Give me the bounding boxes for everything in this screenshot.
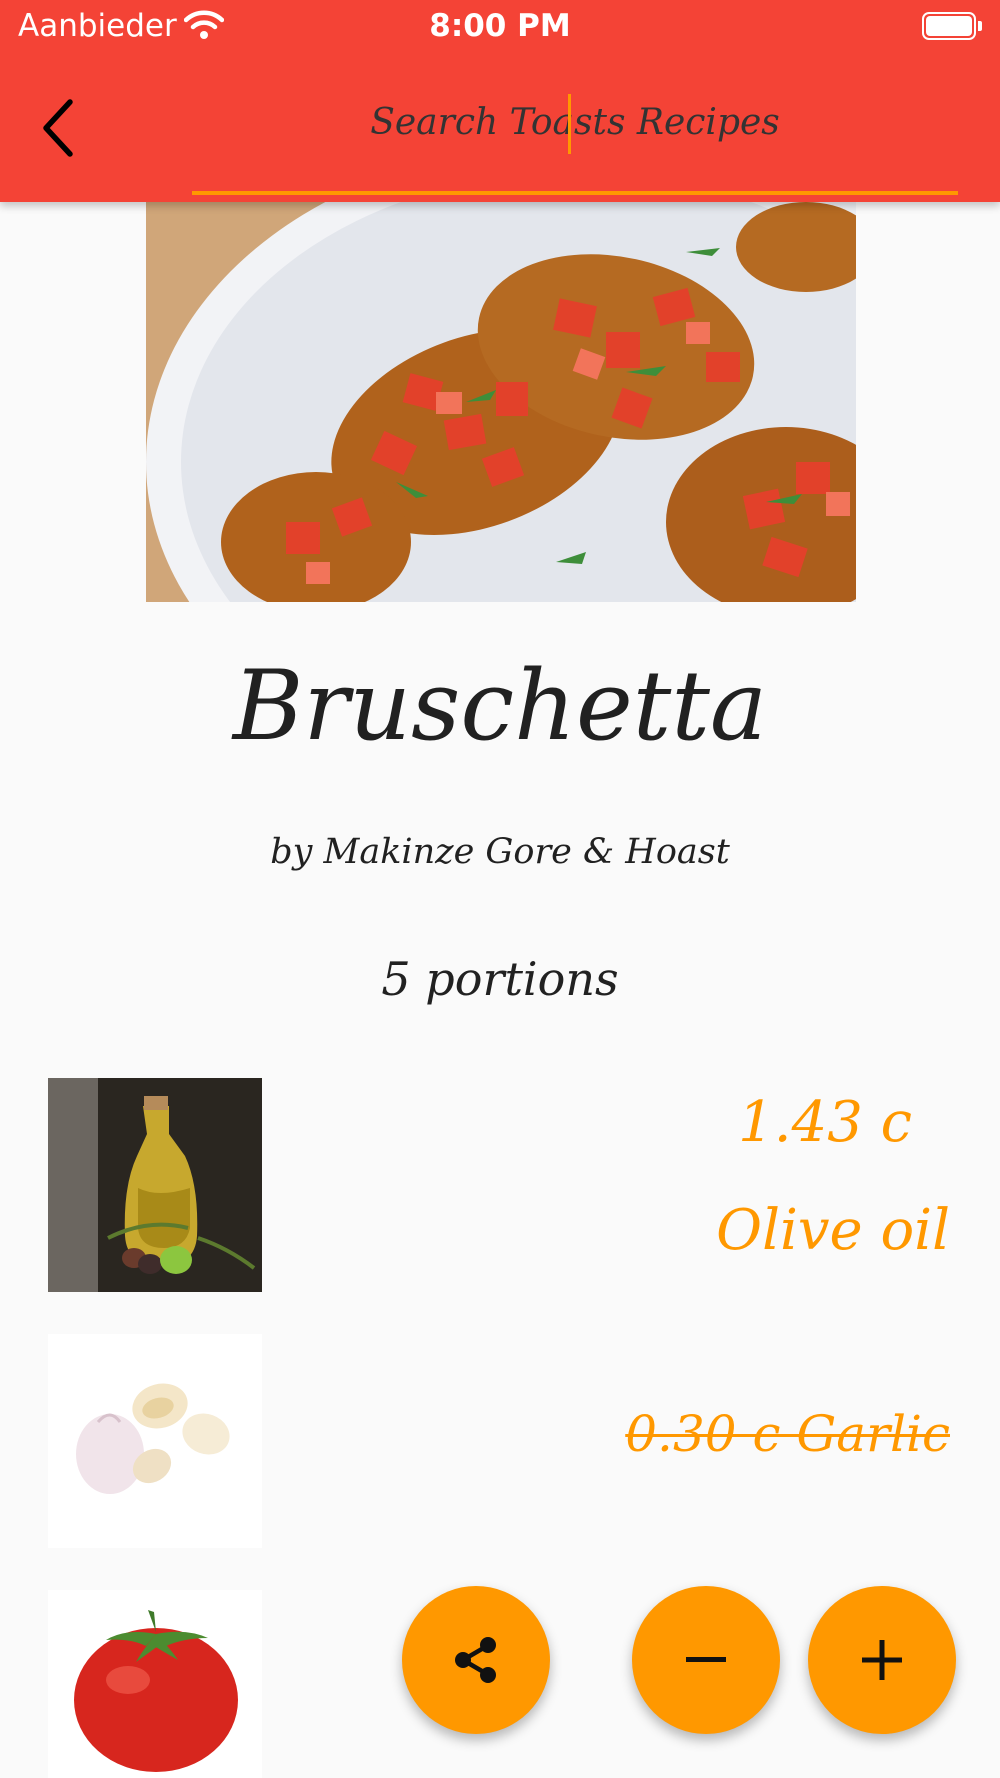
status-time: 8:00 PM: [429, 8, 571, 44]
increase-portions-button[interactable]: [808, 1586, 956, 1734]
status-bar: Aanbieder 8:00 PM: [0, 0, 1000, 56]
battery-icon: [922, 12, 982, 40]
decrease-portions-button[interactable]: [632, 1586, 780, 1734]
ingredient-name[interactable]: Olive oil: [716, 1198, 950, 1263]
search-underline: [192, 191, 958, 195]
minus-icon: [686, 1657, 726, 1662]
text-cursor: [568, 94, 571, 154]
recipe-author: by Makinze Gore & Hoast: [270, 832, 730, 872]
search-field[interactable]: [192, 86, 958, 198]
olive-oil-image: [48, 1078, 262, 1292]
search-input[interactable]: [192, 86, 958, 158]
tomato-image: [48, 1590, 262, 1778]
share-button[interactable]: [402, 1586, 550, 1734]
recipe-screen: Aanbieder 8:00 PM Search Toasts Recipes …: [0, 0, 1000, 1778]
chevron-left-icon: [43, 99, 73, 157]
portions-label: 5 portions: [381, 952, 619, 1006]
ingredient-checked-line[interactable]: 0.30 c Garlic: [625, 1405, 950, 1463]
recipe-title: Bruschetta: [232, 650, 768, 762]
back-button[interactable]: [36, 96, 88, 160]
garlic-image: [48, 1334, 262, 1548]
share-icon: [455, 1637, 496, 1683]
plus-icon: [862, 1640, 902, 1680]
app-bar: Aanbieder 8:00 PM: [0, 0, 1000, 202]
bruschetta-photo: [146, 202, 856, 602]
ingredient-quantity[interactable]: 1.43 c: [738, 1090, 912, 1155]
